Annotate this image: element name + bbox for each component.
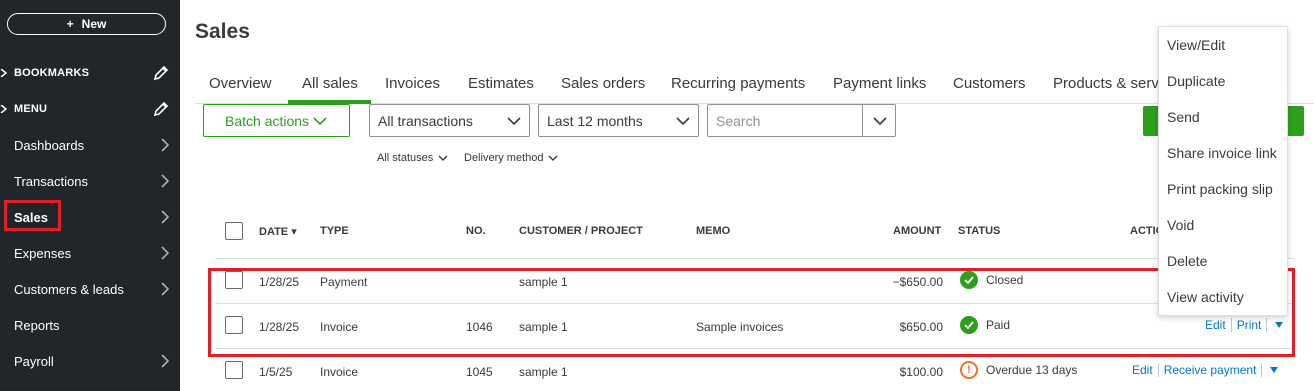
tab-recurring-payments[interactable]: Recurring payments (671, 75, 805, 92)
row-status: ! Overdue 13 days (960, 361, 1077, 379)
chevron-down-icon (507, 117, 521, 126)
menu-item-view-activity[interactable]: View activity (1167, 289, 1244, 305)
search-placeholder: Search (716, 112, 761, 129)
row-customer: sample 1 (519, 365, 568, 379)
row-type: Invoice (320, 365, 359, 379)
tab-customers[interactable]: Customers (953, 75, 1026, 92)
sidebar-item-expenses[interactable]: Expenses (0, 235, 180, 271)
tab-payment-links[interactable]: Payment links (833, 75, 926, 92)
sidebar-item-dashboards[interactable]: Dashboards (0, 127, 180, 163)
chevron-down-icon (313, 117, 327, 126)
sidebar-item-transactions[interactable]: Transactions (0, 163, 180, 199)
header-amount[interactable]: AMOUNT (893, 225, 941, 237)
new-button-label: New (81, 17, 107, 31)
warning-circle-icon: ! (960, 361, 978, 379)
sidebar-item-label: Transactions (14, 173, 88, 189)
batch-actions-button[interactable]: Batch actions (203, 104, 350, 137)
sidebar-item-label: Reports (14, 317, 60, 333)
date-range-value: Last 12 months (547, 112, 643, 129)
menu-item-delete[interactable]: Delete (1167, 253, 1207, 269)
action-separator (1157, 363, 1159, 377)
highlight-box (208, 268, 1295, 357)
pencil-icon[interactable] (153, 65, 169, 81)
tab-all-sales[interactable]: All sales (302, 75, 358, 92)
caret-down-icon[interactable] (1270, 367, 1279, 373)
delivery-filter-label: Delivery method (464, 152, 544, 164)
row-status-text: Overdue 13 days (986, 363, 1078, 377)
sales-highlight-box (4, 200, 61, 231)
action-separator (1261, 363, 1263, 377)
page-title: Sales (195, 20, 250, 43)
pencil-icon[interactable] (153, 101, 169, 117)
sidebar: + New BOOKMARKS MENU Dashboards Transact… (0, 0, 180, 391)
chevron-right-icon (161, 282, 170, 296)
chevron-down-icon (438, 155, 448, 161)
sidebar-item-label: Customers & leads (14, 281, 124, 297)
select-all-checkbox[interactable] (225, 222, 243, 240)
receive-payment-link[interactable]: Receive payment (1164, 363, 1257, 377)
new-button[interactable]: + New (7, 13, 166, 35)
transaction-type-value: All transactions (378, 112, 473, 129)
chevron-right-icon (161, 246, 170, 260)
chevron-down-icon (676, 117, 690, 126)
tab-invoices[interactable]: Invoices (385, 75, 440, 92)
sidebar-item-reports[interactable]: Reports (0, 307, 180, 343)
header-status[interactable]: STATUS (958, 225, 1000, 237)
menu-item-send[interactable]: Send (1167, 109, 1200, 125)
chevron-down-icon[interactable] (873, 115, 887, 127)
search-divider (862, 105, 863, 136)
header-no[interactable]: NO. (466, 225, 486, 237)
header-type[interactable]: TYPE (320, 225, 349, 237)
sidebar-item-payroll[interactable]: Payroll (0, 343, 180, 379)
sidebar-menu[interactable]: MENU (0, 91, 180, 127)
row-date: 1/5/25 (259, 365, 293, 379)
caret-right-icon (0, 105, 8, 113)
chevron-down-icon (548, 155, 558, 161)
sidebar-bookmarks[interactable]: BOOKMARKS (0, 55, 180, 91)
menu-item-print-packing-slip[interactable]: Print packing slip (1167, 181, 1273, 197)
status-filter[interactable]: All statuses (377, 152, 448, 164)
sidebar-menu-label: MENU (14, 103, 48, 115)
transaction-type-select[interactable]: All transactions (369, 104, 530, 137)
header-memo[interactable]: MEMO (696, 225, 730, 237)
tab-estimates[interactable]: Estimates (468, 75, 534, 92)
delivery-method-filter[interactable]: Delivery method (464, 152, 558, 164)
sidebar-item-label: Dashboards (14, 137, 85, 153)
tab-sales-orders[interactable]: Sales orders (561, 75, 645, 92)
chevron-right-icon (161, 138, 170, 152)
caret-right-icon (0, 69, 8, 77)
header-date-label: DATE (259, 226, 289, 238)
tab-products-services[interactable]: Products & servi (1053, 75, 1162, 92)
menu-item-share-invoice-link[interactable]: Share invoice link (1167, 145, 1277, 161)
menu-item-view-edit[interactable]: View/Edit (1167, 37, 1225, 53)
menu-item-void[interactable]: Void (1167, 217, 1194, 233)
chevron-right-icon (161, 174, 170, 188)
chevron-right-icon (161, 354, 170, 368)
row-action-menu: View/Edit Duplicate Send Share invoice l… (1158, 26, 1288, 316)
status-filter-label: All statuses (377, 152, 434, 164)
sidebar-item-customers-leads[interactable]: Customers & leads (0, 271, 180, 307)
row-amount: $100.00 (899, 365, 943, 379)
date-range-select[interactable]: Last 12 months (538, 104, 699, 137)
tab-overview[interactable]: Overview (209, 75, 272, 92)
header-divider (215, 258, 1295, 259)
search-input[interactable]: Search (707, 104, 896, 137)
row-actions: Edit Receive payment (1132, 363, 1279, 377)
batch-actions-label: Batch actions (225, 112, 310, 129)
menu-item-duplicate[interactable]: Duplicate (1167, 73, 1225, 89)
header-date[interactable]: DATE ▾ (259, 225, 297, 238)
sort-desc-icon: ▾ (291, 226, 297, 238)
sidebar-item-label: Expenses (14, 245, 72, 261)
edit-link[interactable]: Edit (1132, 363, 1153, 377)
plus-icon: + (66, 17, 74, 31)
sidebar-item-label: Payroll (14, 353, 54, 369)
chevron-right-icon (161, 210, 170, 224)
sidebar-bookmarks-label: BOOKMARKS (14, 67, 90, 79)
row-no: 1045 (466, 365, 493, 379)
header-customer[interactable]: CUSTOMER / PROJECT (519, 225, 643, 237)
row-checkbox[interactable] (225, 361, 243, 379)
